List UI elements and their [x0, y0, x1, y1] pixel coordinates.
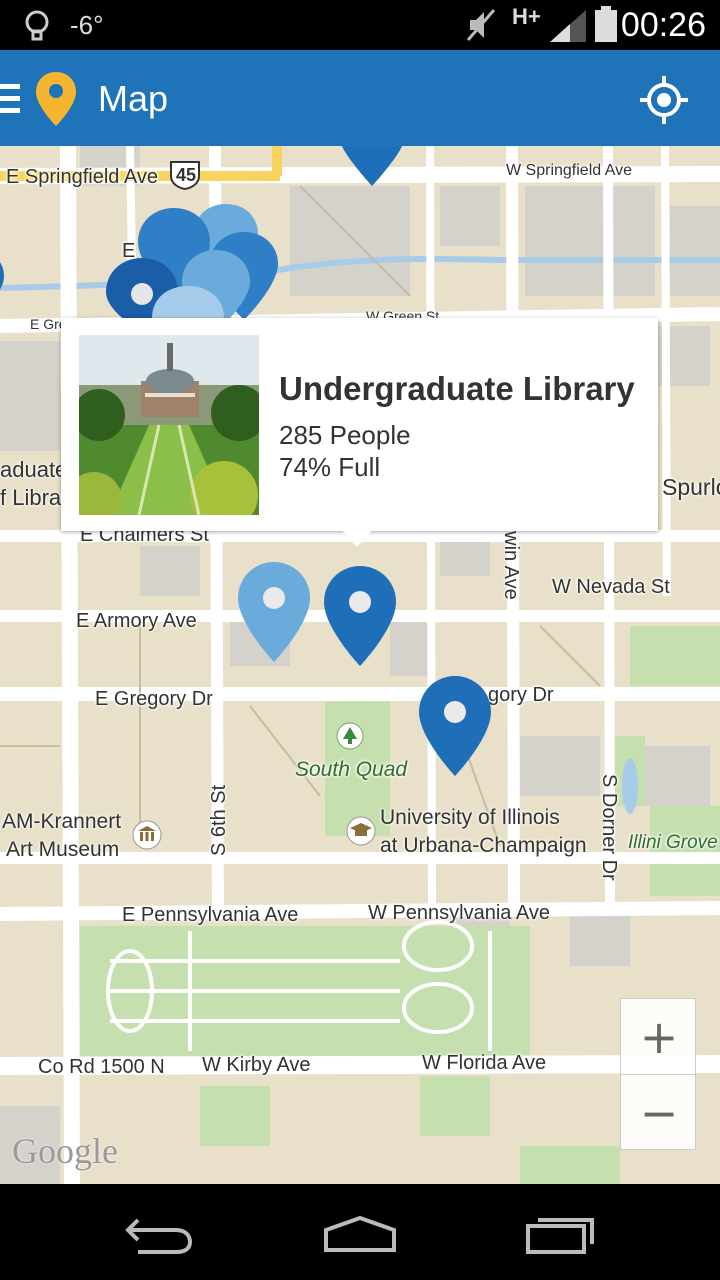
clock: 00:26 — [620, 6, 706, 44]
street-label: Spurlo — [662, 474, 720, 500]
street-label: W Florida Ave — [422, 1052, 547, 1074]
temperature-label: -6° — [70, 10, 104, 40]
zoom-controls: + − — [620, 998, 697, 1151]
route-45-label: 45 — [176, 165, 197, 185]
muted-speaker-icon — [466, 9, 496, 41]
museum-icon — [132, 820, 162, 850]
street-label: W Pennsylvania Ave — [368, 902, 550, 924]
library-label-fragment-line2: f Librar — [0, 485, 69, 510]
hamburger-menu-icon[interactable] — [0, 84, 22, 114]
street-label: E Gregory Dr — [95, 688, 213, 710]
system-navigation-bar — [0, 1184, 720, 1280]
my-location-icon[interactable] — [640, 76, 688, 124]
street-label: dwin Ave — [500, 520, 522, 600]
location-pin-icon[interactable] — [340, 146, 404, 188]
university-label-line1: University of Illinois — [380, 806, 560, 829]
location-info-window[interactable]: Undergraduate Library 285 People 74% Ful… — [61, 318, 658, 547]
lightbulb-icon — [25, 10, 49, 41]
street-label: S Dorner Dr — [598, 774, 620, 881]
people-count: 285 People — [279, 420, 411, 450]
page-title: Map — [98, 78, 169, 119]
info-window-pointer — [341, 529, 373, 547]
status-bar: -6° H+ 00:26 — [0, 0, 720, 50]
home-icon[interactable] — [322, 1214, 398, 1252]
street-label: E Armory Ave — [76, 610, 197, 632]
map-attribution-logo: Google — [12, 1131, 118, 1171]
street-label: gory Dr — [488, 684, 554, 706]
map-view[interactable]: E Springfield Ave 45 W Springfield Ave E… — [0, 146, 720, 1184]
signal-icon — [550, 10, 586, 42]
recent-apps-icon[interactable] — [526, 1214, 598, 1254]
library-photo — [79, 335, 259, 515]
location-pin-icon[interactable] — [236, 560, 312, 664]
location-pin-icon-selected[interactable] — [322, 564, 398, 668]
south-quad-label: South Quad — [295, 758, 408, 781]
museum-label-line2: Art Museum — [6, 838, 120, 861]
street-label: W Nevada St — [552, 576, 670, 598]
street-label: W Springfield Ave — [506, 162, 632, 179]
university-icon — [346, 816, 376, 846]
zoom-out-button[interactable]: − — [621, 1075, 697, 1151]
zoom-in-button[interactable]: + — [621, 999, 697, 1075]
network-type-label: H+ — [512, 4, 541, 29]
street-label: E Pennsylvania Ave — [122, 904, 299, 926]
university-label: University of Illinois at Urbana-Champai… — [380, 804, 587, 860]
battery-icon — [595, 6, 617, 42]
park-tree-icon — [336, 722, 364, 750]
university-label-line2: at Urbana-Champaign — [380, 834, 587, 857]
library-label-fragment-line1: aduate — [0, 457, 68, 482]
location-pin-icon[interactable] — [417, 674, 493, 778]
museum-label-line1: AM-Krannert — [2, 810, 122, 833]
location-name: Undergraduate Library — [279, 370, 635, 407]
capacity-percent: 74% Full — [279, 452, 381, 482]
street-label: Co Rd 1500 N — [38, 1056, 165, 1078]
library-label-fragment: aduate f Librar — [0, 456, 68, 512]
location-pin-cluster[interactable] — [100, 202, 290, 332]
street-label: S 6th St — [208, 784, 230, 856]
back-icon[interactable] — [124, 1214, 194, 1254]
app-logo-pin-icon[interactable] — [34, 70, 78, 128]
location-pin-icon[interactable] — [0, 254, 6, 302]
street-label: E Springfield Ave — [6, 166, 158, 188]
street-label: W Kirby Ave — [202, 1054, 311, 1076]
action-bar: Map — [0, 50, 720, 146]
illini-grove-label: Illini Grove — [628, 832, 718, 853]
museum-label: AM-Krannert Art Museum — [2, 808, 121, 864]
